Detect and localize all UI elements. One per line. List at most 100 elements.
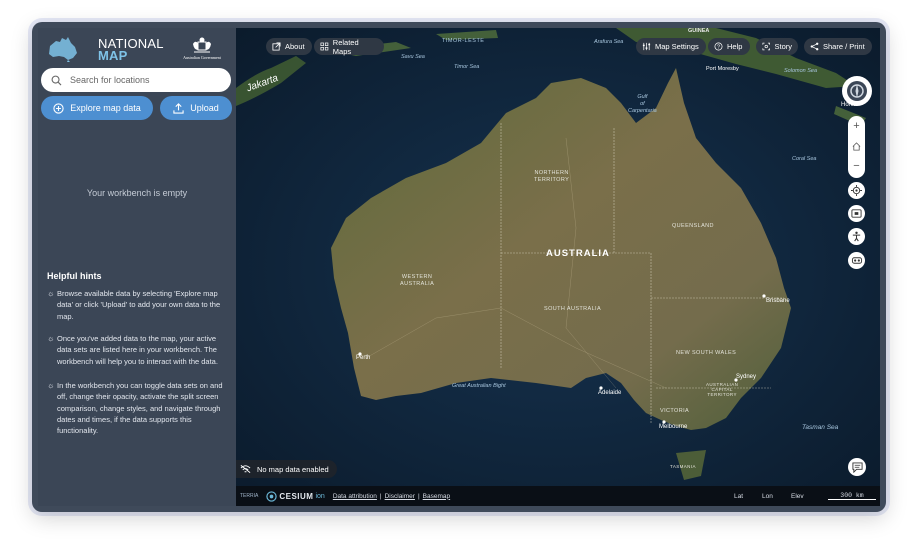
status-bar: TERRIA CESIUM ion Data attribution | Dis… [236,486,880,506]
upload-icon [173,102,184,114]
hint-text: Browse available data by selecting 'Expl… [57,289,221,321]
region-label: QUEENSLAND [672,223,714,229]
related-maps-label: Related Maps [332,37,359,56]
city-label: Brisbane [766,298,790,304]
map-settings-button[interactable]: Map Settings [636,38,706,55]
city-label: Perth [356,355,371,361]
compare-icon [851,209,862,218]
country-main-label: AUSTRALIA [546,248,610,259]
ocean-label: Solomon Sea [784,68,818,74]
region-label: NEW SOUTH WALES [676,350,737,356]
explore-map-data-button[interactable]: Explore map data [41,96,153,120]
logo-line2: MAP [98,48,128,63]
map-settings-label: Map Settings [655,42,699,51]
helpful-hints-title: Helpful hints [47,271,102,281]
terria-logo: TERRIA [240,493,259,499]
hint-item: ☼ Once you've added data to the map, you… [47,333,232,367]
scale-bar: 300 km [828,492,876,500]
external-link-icon [272,42,281,51]
ocean-label: Great Australian Bight [452,383,506,389]
australia-map-icon [49,37,77,62]
data-off-icon [240,464,251,474]
hint-text: In the workbench you can toggle data set… [57,381,223,436]
region-label: NORTHERN TERRITORY [534,170,569,184]
basemap-link[interactable]: Basemap [423,493,450,500]
sliders-icon [642,42,651,51]
search-box[interactable] [41,68,231,92]
map-viewport[interactable]: Arafura Sea Timor Sea Savu Sea TIMOR-LES… [236,28,880,506]
search-icon [51,75,62,85]
person-icon [852,231,861,242]
locate-me-button[interactable] [848,182,865,199]
ocean-label: Arafura Sea [594,39,624,45]
search-input[interactable] [67,74,231,86]
vr-headset-icon [851,257,862,264]
lightbulb-icon: ☼ [47,334,55,343]
government-label: Australian Government [183,55,221,60]
national-map-logo[interactable]: NATIONAL MAP [98,37,164,63]
related-maps-button[interactable]: Related Maps [314,37,384,56]
compass-control[interactable] [842,76,872,106]
hint-text: Once you've added data to the map, your … [57,334,218,366]
zoom-in-button[interactable]: + [848,118,865,134]
city-label: Melbourne [659,424,688,430]
feedback-button[interactable] [848,458,866,476]
chat-icon [851,461,863,473]
ocean-label: Tasman Sea [802,424,839,431]
crest-icon [193,37,211,53]
lat-readout: Lat [734,492,744,500]
compass-icon [847,81,867,101]
gulf-line2: of [640,101,645,107]
disclaimer-link[interactable]: Disclaimer [385,493,415,500]
about-label: About [285,42,305,51]
ion-text: ion [315,492,325,500]
help-button[interactable]: ? Help [708,38,750,55]
story-icon [762,42,770,51]
act-line3: TERRITORY [707,392,737,397]
split-screen-button[interactable] [848,205,865,222]
story-button[interactable]: Story [756,38,798,55]
about-button[interactable]: About [266,38,312,55]
upload-button[interactable]: Upload [160,96,232,120]
separator: | [417,492,420,500]
ocean-label: Coral Sea [792,156,817,162]
ocean-label: Gulf of Carpentaria [628,94,657,115]
vr-mode-button[interactable] [848,252,865,269]
lon-readout: Lon [762,492,773,500]
share-print-label: Share / Print [823,42,865,51]
gulf-line3: Carpentaria [628,108,657,114]
pedestrian-mode-button[interactable] [848,228,865,245]
nt-line2: TERRITORY [534,177,570,183]
zoom-out-button[interactable]: − [848,158,865,174]
app-window: NATIONAL MAP Australian Government ✕ [32,22,886,512]
lightbulb-icon: ☼ [47,289,55,298]
workbench-empty-text: Your workbench is empty [86,188,188,198]
home-icon [852,141,861,151]
sidebar: NATIONAL MAP Australian Government ✕ [38,28,251,506]
region-label: AUSTRALIAN CAPITAL TERRITORY [706,382,738,397]
region-label: WESTERN AUSTRALIA [400,274,434,288]
gulf-line1: Gulf [637,94,648,100]
country-label: TIMOR-LESTE [442,38,485,44]
separator: | [379,492,382,500]
country-label: GUINEA [688,28,710,34]
data-attribution-link[interactable]: Data attribution [333,493,377,500]
explore-label: Explore map data [70,103,141,113]
city-label: Sydney [736,374,757,380]
crosshair-icon [851,185,862,196]
city-label: Adelaide [598,390,622,396]
home-button[interactable] [848,138,865,154]
zoom-control-stack: + − [848,116,865,178]
svg-text:?: ? [717,45,720,51]
plus-circle-icon [53,102,64,114]
wa-line2: AUSTRALIA [400,281,435,287]
share-print-button[interactable]: Share / Print [804,38,872,55]
cesium-text: CESIUM [279,491,314,501]
ocean-label: Savu Sea [401,54,425,60]
elev-readout: Elev [791,492,804,500]
city-label: Port Moresby [706,66,739,72]
help-circle-icon: ? [714,42,723,51]
region-label: VICTORIA [660,408,690,414]
government-crest: Australian Government [178,36,226,62]
nt-line1: NORTHERN [534,170,569,176]
